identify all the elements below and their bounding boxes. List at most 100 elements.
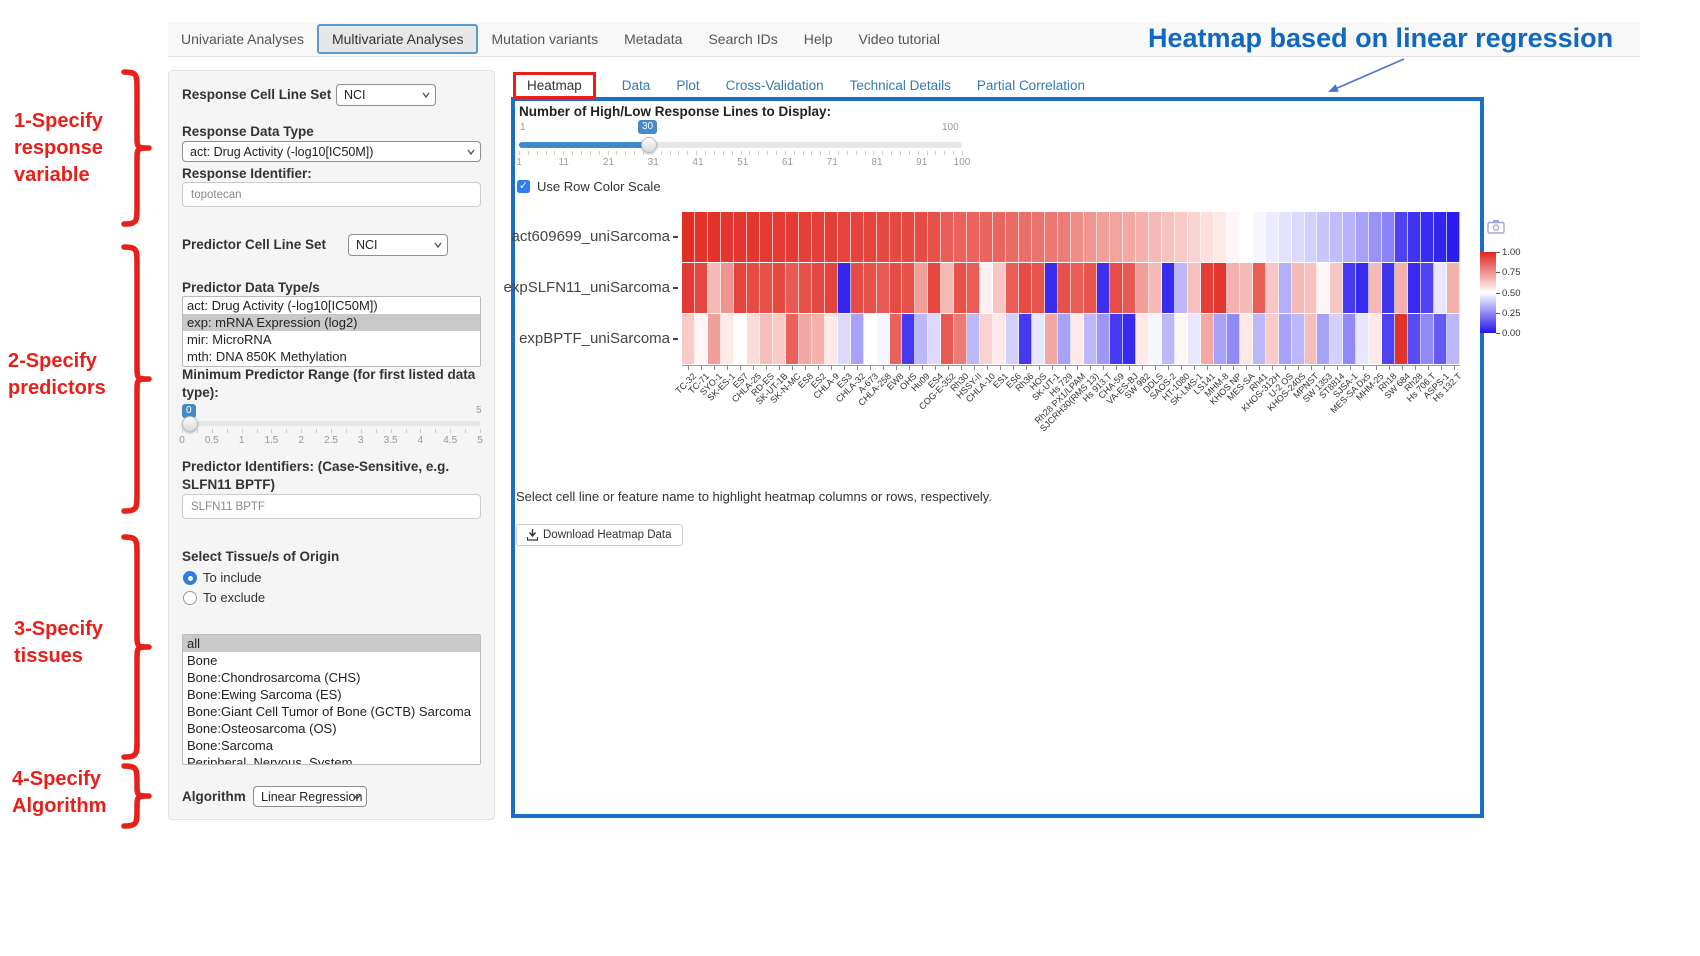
lines-slider-tickmark (723, 151, 724, 155)
heatmap-x-tickmark (1155, 366, 1156, 370)
predictor-cell-line-set-select[interactable]: NCI (348, 234, 448, 256)
lines-slider-tickmark (563, 151, 564, 155)
nav-tab-univariate-analyses[interactable]: Univariate Analyses (168, 24, 317, 54)
heatmap-row-label[interactable]: expBPTF_uniSarcoma (519, 330, 678, 347)
heatmap-x-tickmark (805, 366, 806, 370)
tissue-option[interactable]: Bone:Giant Cell Tumor of Bone (GCTB) Sar… (183, 703, 480, 720)
heatmap-row-label[interactable]: expSLFN11_uniSarcoma (504, 279, 678, 296)
tab-plot[interactable]: Plot (676, 78, 699, 93)
tissue-exclude-radio[interactable] (183, 591, 197, 605)
heatmap-x-tickmark (1026, 366, 1027, 370)
heatmap-cell (864, 263, 877, 313)
heatmap-cell (825, 212, 838, 262)
tab-data[interactable]: Data (622, 78, 651, 93)
tissue-option[interactable]: Bone:Ewing Sarcoma (ES) (183, 686, 480, 703)
row-color-scale-checkbox[interactable]: ✓ (517, 180, 530, 193)
predictor-data-type-option[interactable]: mth: DNA 850K Methylation (183, 348, 480, 365)
heatmap-cell (851, 263, 864, 313)
predictor-data-type-option[interactable]: mir: MicroRNA (183, 331, 480, 348)
step-annotation-text-3: 3-Specifytissues (14, 616, 103, 670)
heatmap-row (682, 314, 1460, 364)
nav-tab-video-tutorial[interactable]: Video tutorial (846, 24, 953, 54)
heatmap-cell (825, 314, 838, 364)
range-slider-tickmark (391, 429, 392, 433)
heatmap-cell (1369, 212, 1382, 262)
heatmap-cell (695, 263, 708, 313)
heatmap-cell (1421, 263, 1434, 313)
colorbar-tick-label: 1.00 (1502, 247, 1521, 258)
download-heatmap-data-button[interactable]: Download Heatmap Data (516, 524, 683, 546)
nav-tab-help[interactable]: Help (791, 24, 846, 54)
heatmap-cell (1240, 263, 1253, 313)
heatmap-cell (1305, 263, 1318, 313)
heatmap-cell (1330, 314, 1343, 364)
heatmap-cell (734, 212, 747, 262)
heatmap-cell (864, 314, 877, 364)
range-slider-track[interactable] (182, 421, 480, 426)
tab-heatmap[interactable]: Heatmap (513, 72, 596, 99)
algorithm-select[interactable]: Linear Regression (253, 786, 367, 807)
heatmap-cell (760, 314, 773, 364)
response-data-type-select[interactable]: act: Drug Activity (-log10[IC50M]) (182, 141, 481, 162)
tissue-option[interactable]: Bone:Sarcoma (183, 737, 480, 754)
tissue-include-radio[interactable] (183, 571, 197, 585)
tab-partial-correlation[interactable]: Partial Correlation (977, 78, 1085, 93)
tissue-option[interactable]: Peripheral_Nervous_System (183, 754, 480, 765)
tissue-listbox[interactable]: allBoneBone:Chondrosarcoma (CHS)Bone:Ewi… (182, 634, 481, 765)
predictor-data-type-option[interactable]: act: Drug Activity (-log10[IC50M]) (183, 297, 480, 314)
nav-tab-mutation-variants[interactable]: Mutation variants (478, 24, 611, 54)
heatmap-cell (993, 314, 1006, 364)
heatmap-x-tickmark (1350, 366, 1351, 370)
heatmap-cell (1019, 314, 1032, 364)
step-annotation-text-4: 4-SpecifyAlgorithm (12, 766, 106, 820)
heatmap-cell (967, 263, 980, 313)
heatmap-cell (1434, 212, 1447, 262)
heatmap-cell (708, 263, 721, 313)
range-slider-max-label: 5 (476, 405, 482, 416)
heatmap-cell (941, 263, 954, 313)
tissue-option[interactable]: Bone:Chondrosarcoma (CHS) (183, 669, 480, 686)
tab-technical-details[interactable]: Technical Details (850, 78, 951, 93)
heatmap-cell (1058, 314, 1071, 364)
lines-slider-tickmark (519, 151, 520, 155)
heatmap-cell (1136, 212, 1149, 262)
nav-tab-metadata[interactable]: Metadata (611, 24, 695, 54)
tissue-option[interactable]: Bone:Osteosarcoma (OS) (183, 720, 480, 737)
heatmap-cell (721, 212, 734, 262)
tab-cross-validation[interactable]: Cross-Validation (726, 78, 824, 93)
response-identifier-input[interactable] (182, 182, 481, 207)
range-slider-handle[interactable] (182, 416, 198, 432)
heatmap-cell (1006, 212, 1019, 262)
heatmap-cell (1343, 212, 1356, 262)
predictor-identifiers-input[interactable] (182, 494, 481, 519)
tissue-option[interactable]: Bone (183, 652, 480, 669)
heatmap-row-label[interactable]: act609699_uniSarcoma (512, 228, 678, 245)
lines-slider-track[interactable] (519, 142, 962, 148)
lines-slider-tickmark (900, 151, 901, 155)
lines-slider-tickmark (554, 151, 555, 155)
heatmap-cell (1136, 263, 1149, 313)
heatmap-cell (967, 212, 980, 262)
lines-slider-tickmark (687, 151, 688, 155)
heatmap-colorbar (1480, 252, 1496, 333)
camera-icon[interactable] (1487, 219, 1505, 234)
heatmap-cell (1032, 263, 1045, 313)
heatmap-cell (734, 263, 747, 313)
heatmap-cell (980, 314, 993, 364)
nav-tab-multivariate-analyses[interactable]: Multivariate Analyses (317, 24, 479, 54)
tissue-option[interactable]: all (183, 635, 480, 652)
nav-tab-search-ids[interactable]: Search IDs (695, 24, 790, 54)
predictor-data-type-option[interactable]: exp: mRNA Expression (log2) (183, 314, 480, 331)
response-cell-line-set-value: NCI (344, 88, 366, 102)
heatmap-cell (1330, 212, 1343, 262)
heatmap-cell (890, 314, 903, 364)
tissue-origin-label: Select Tissue/s of Origin (182, 549, 339, 564)
predictor-data-types-listbox[interactable]: act: Drug Activity (-log10[IC50M])exp: m… (182, 296, 481, 367)
heatmap-x-tickmark (714, 366, 715, 370)
heatmap-cell (812, 263, 825, 313)
response-cell-line-set-select[interactable]: NCI (336, 84, 436, 106)
lines-slider-tick-label: 91 (916, 157, 927, 168)
heatmap-cell (928, 314, 941, 364)
heatmap-cell (1214, 212, 1227, 262)
range-slider-tick-label: 4.5 (443, 435, 457, 446)
